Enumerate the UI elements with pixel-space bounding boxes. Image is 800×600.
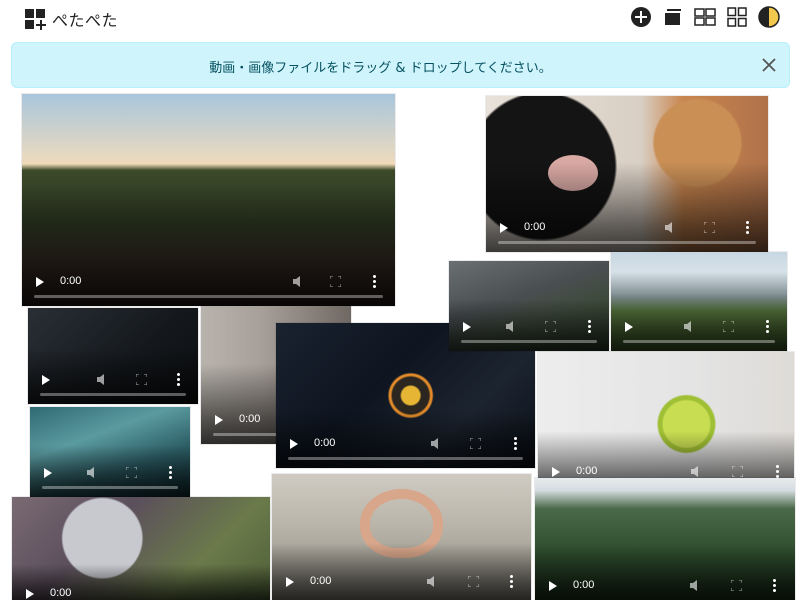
fullscreen-icon[interactable] — [732, 466, 743, 477]
progress-bar[interactable] — [461, 340, 597, 343]
volume-icon[interactable] — [426, 575, 440, 588]
video-leaf[interactable]: 0:00 — [12, 497, 270, 600]
time-display: 0:00 — [524, 221, 546, 233]
time-display: 0:00 — [576, 465, 598, 477]
more-icon[interactable] — [746, 221, 749, 234]
fullscreen-icon[interactable] — [470, 438, 481, 449]
play-icon[interactable] — [36, 277, 44, 287]
play-icon[interactable] — [290, 439, 298, 449]
more-icon[interactable] — [373, 275, 376, 288]
time-display: 0:00 — [239, 413, 261, 425]
more-icon[interactable] — [766, 320, 769, 333]
progress-bar[interactable] — [40, 393, 186, 396]
volume-icon[interactable] — [505, 320, 519, 333]
more-icon[interactable] — [510, 575, 513, 588]
fullscreen-icon[interactable] — [126, 467, 137, 478]
video-mountain[interactable]: 0:00 — [535, 478, 795, 600]
volume-icon[interactable] — [430, 437, 444, 450]
fullscreen-icon[interactable] — [136, 374, 147, 385]
play-icon[interactable] — [549, 581, 557, 591]
video-record[interactable]: 0:00 — [486, 96, 768, 252]
fullscreen-icon[interactable] — [545, 321, 556, 332]
more-icon[interactable] — [773, 579, 776, 592]
progress-bar[interactable] — [34, 295, 383, 298]
time-display: 0:00 — [60, 275, 82, 287]
progress-bar[interactable] — [288, 457, 523, 460]
time-display: 0:00 — [573, 579, 595, 591]
fullscreen-icon[interactable] — [723, 321, 734, 332]
play-icon[interactable] — [500, 223, 508, 233]
volume-icon[interactable] — [683, 320, 697, 333]
play-icon[interactable] — [625, 322, 633, 332]
more-icon[interactable] — [169, 466, 172, 479]
more-icon[interactable] — [776, 465, 779, 478]
volume-icon[interactable] — [689, 579, 703, 592]
video-dark-room[interactable] — [28, 308, 198, 404]
video-canvas: 0:00 0:00 0:00 0:00 0:00 0:00 0:00 0:00 — [0, 0, 800, 600]
play-icon[interactable] — [42, 375, 50, 385]
play-icon[interactable] — [26, 589, 34, 599]
time-display: 0:00 — [310, 575, 332, 587]
more-icon[interactable] — [588, 320, 591, 333]
progress-bar[interactable] — [42, 486, 178, 489]
more-icon[interactable] — [177, 373, 180, 386]
time-display: 0:00 — [50, 587, 72, 599]
play-icon[interactable] — [463, 322, 471, 332]
volume-icon[interactable] — [86, 466, 100, 479]
fullscreen-icon[interactable] — [731, 580, 742, 591]
play-icon[interactable] — [286, 577, 294, 587]
volume-icon[interactable] — [664, 221, 678, 234]
fullscreen-icon[interactable] — [330, 276, 341, 287]
volume-icon[interactable] — [292, 275, 306, 288]
fullscreen-icon[interactable] — [704, 222, 715, 233]
play-icon[interactable] — [215, 415, 223, 425]
video-water[interactable] — [30, 407, 190, 497]
volume-icon[interactable] — [96, 373, 110, 386]
video-aerial[interactable] — [449, 261, 609, 351]
time-display: 0:00 — [314, 437, 336, 449]
play-icon[interactable] — [44, 468, 52, 478]
video-heart[interactable]: 0:00 — [272, 474, 531, 600]
video-forest[interactable]: 0:00 — [22, 94, 395, 306]
progress-bar[interactable] — [623, 340, 775, 343]
more-icon[interactable] — [514, 437, 517, 450]
play-icon[interactable] — [552, 467, 560, 477]
video-coast[interactable] — [611, 252, 787, 351]
volume-icon[interactable] — [690, 465, 704, 478]
progress-bar[interactable] — [498, 241, 756, 244]
fullscreen-icon[interactable] — [468, 576, 479, 587]
video-lime[interactable]: 0:00 — [538, 352, 794, 496]
